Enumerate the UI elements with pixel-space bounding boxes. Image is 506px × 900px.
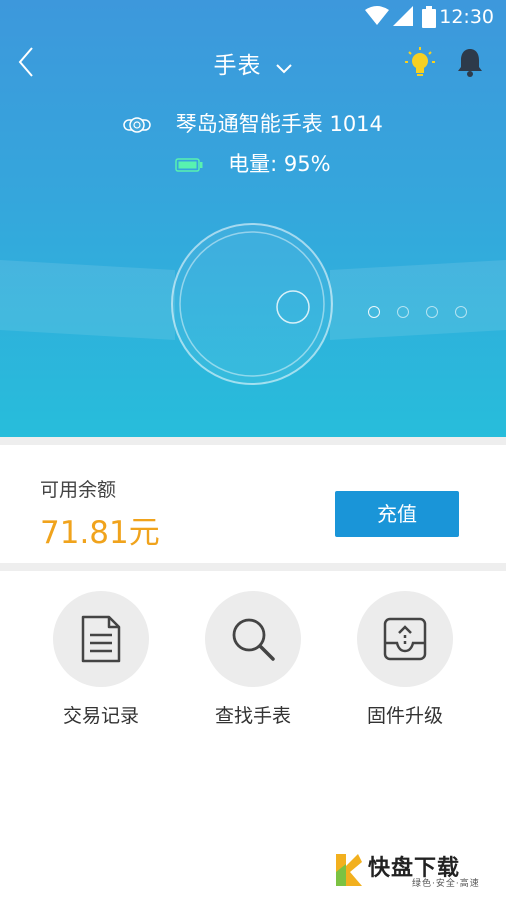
carousel-dot[interactable] bbox=[455, 306, 467, 318]
divider bbox=[0, 563, 506, 571]
watermark: 快盘下载 绿色·安全·高速 bbox=[334, 850, 502, 890]
action-icon-circle bbox=[53, 591, 149, 687]
page-title: 手表 bbox=[213, 53, 262, 79]
firmware-upgrade-button[interactable]: 固件升级 bbox=[335, 591, 475, 728]
find-watch-button[interactable]: 查找手表 bbox=[183, 591, 323, 728]
wifi-icon bbox=[365, 6, 389, 25]
app-screen: 12:30 手表 琴岛通智能手表 1014 电量: 95% 可用余额 71.81… bbox=[0, 0, 506, 900]
battery-status-icon bbox=[422, 6, 436, 28]
device-info: 琴岛通智能手表 1014 bbox=[0, 108, 506, 138]
search-icon bbox=[232, 618, 275, 661]
light-button[interactable] bbox=[404, 46, 436, 78]
carousel-dot[interactable] bbox=[368, 306, 380, 318]
chevron-down-icon bbox=[275, 63, 292, 73]
divider bbox=[0, 437, 506, 445]
bell-icon bbox=[458, 49, 482, 77]
document-icon bbox=[81, 615, 121, 663]
recharge-button[interactable]: 充值 bbox=[335, 491, 459, 537]
action-label: 固件升级 bbox=[366, 705, 443, 727]
action-icon-circle bbox=[205, 591, 301, 687]
transaction-records-button[interactable]: 交易记录 bbox=[31, 591, 171, 728]
upgrade-tray-icon bbox=[383, 617, 427, 661]
carousel-indicator bbox=[368, 304, 480, 320]
carousel-dot[interactable] bbox=[426, 306, 438, 318]
balance-label: 可用余额 bbox=[40, 479, 117, 501]
watermark-logo-icon bbox=[336, 854, 362, 886]
signal-icon bbox=[393, 6, 413, 26]
balance-amount: 71.81元 bbox=[40, 515, 160, 551]
balance-card: 可用余额 71.81元 充值 bbox=[0, 445, 506, 563]
notification-button[interactable] bbox=[454, 46, 486, 78]
lightbulb-icon bbox=[405, 47, 435, 76]
status-bar: 12:30 bbox=[0, 0, 506, 34]
action-label: 查找手表 bbox=[214, 705, 291, 727]
status-time: 12:30 bbox=[439, 6, 494, 28]
device-name: 琴岛通智能手表 1014 bbox=[175, 112, 383, 136]
watch-icon bbox=[123, 117, 151, 133]
battery-level: 电量: 95% bbox=[228, 152, 331, 176]
battery-info: 电量: 95% bbox=[0, 148, 506, 178]
battery-icon bbox=[175, 158, 203, 172]
top-bar: 手表 bbox=[0, 34, 506, 90]
action-icon-circle bbox=[357, 591, 453, 687]
action-label: 交易记录 bbox=[62, 705, 139, 727]
carousel-dot[interactable] bbox=[397, 306, 409, 318]
watch-illustration bbox=[0, 223, 506, 385]
watermark-subtitle: 绿色·安全·高速 bbox=[412, 879, 480, 889]
hero-panel: 12:30 手表 琴岛通智能手表 1014 电量: 95% bbox=[0, 0, 506, 437]
quick-actions: 交易记录 查找手表 固件升级 bbox=[0, 571, 506, 751]
